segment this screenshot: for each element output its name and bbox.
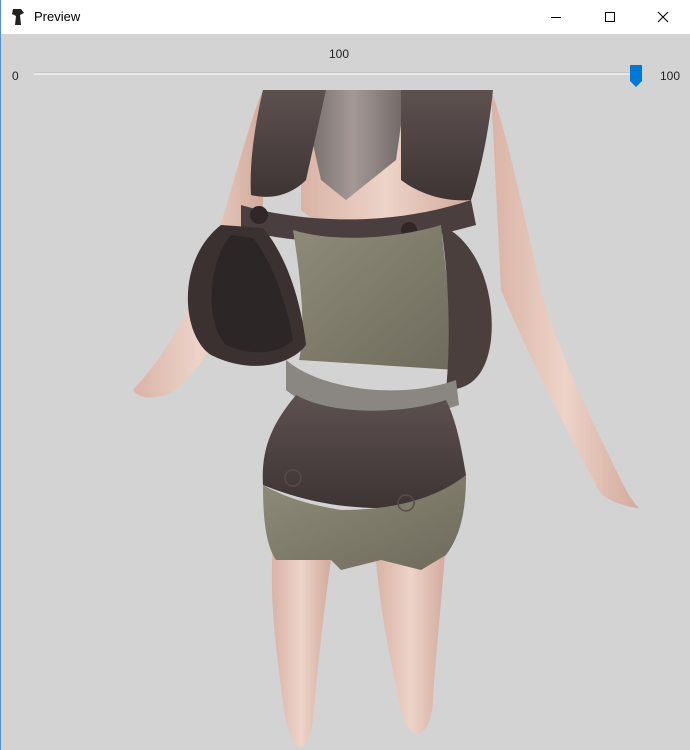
title-bar[interactable]: Preview — [1, 0, 690, 34]
preview-window: Preview 100 0 100 — [0, 0, 690, 750]
maximize-button[interactable] — [587, 0, 633, 34]
maximize-icon — [605, 12, 615, 22]
window-title: Preview — [34, 9, 81, 24]
character-model — [133, 90, 640, 748]
slider-track[interactable] — [34, 72, 642, 75]
minimize-button[interactable] — [533, 0, 579, 34]
slider-max-label: 100 — [660, 69, 681, 83]
close-icon — [657, 11, 669, 23]
close-button[interactable] — [640, 0, 686, 34]
minimize-icon — [551, 17, 561, 18]
slider-thumb[interactable] — [630, 65, 642, 87]
app-icon — [12, 9, 24, 25]
slider-min-label: 0 — [12, 69, 19, 83]
model-preview-viewport[interactable] — [1, 90, 690, 750]
slider-value-label: 100 — [328, 47, 350, 61]
